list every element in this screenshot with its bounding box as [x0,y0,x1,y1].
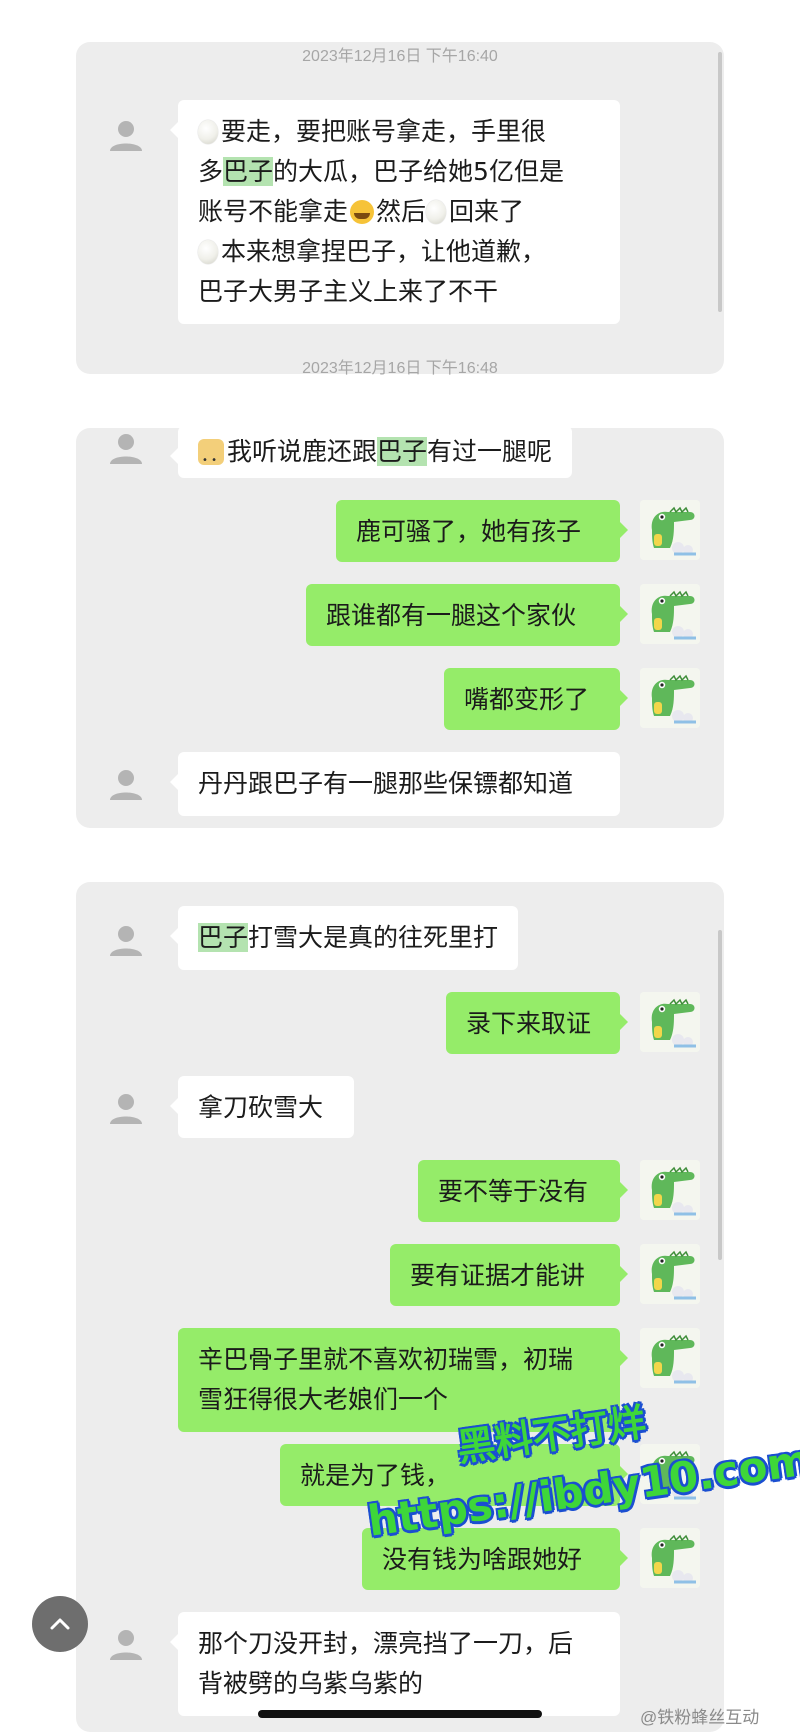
contact-avatar[interactable] [106,764,146,804]
crocodile-avatar-icon [640,500,700,560]
highlighted-text: 巴子 [223,157,274,186]
scrollbar[interactable] [718,930,722,1260]
crocodile-avatar-icon [640,1528,700,1588]
egg-emoji-icon [426,200,447,224]
source-credit: @铁粉蜂丝互动 [640,1708,760,1727]
crocodile-avatar-icon [640,992,700,1052]
message-bubble-incoming[interactable]: 拿刀砍雪大 [170,1076,354,1138]
message-bubble-incoming[interactable]: 巴子打雪大是真的往死里打 [169,906,519,970]
message-line: 本来想拿捏巴子，让他道歉， [198,232,600,272]
message-bubble-outgoing[interactable]: 跟谁都有一腿这个家伙 [306,584,628,646]
my-avatar[interactable] [640,584,700,644]
message-bubble-outgoing[interactable]: 录下来取证 [446,992,628,1054]
message-line: 背被劈的乌紫乌紫的 [198,1669,424,1698]
chevron-up-icon [50,1618,70,1630]
message-bubble-incoming[interactable]: 要走，要把账号拿走，手里很 多巴子的大瓜，巴子给她5亿但是 账号不能拿走 然后 回来… [170,100,620,324]
laughing-tears-emoji-icon [350,200,375,224]
message-bubble-incoming[interactable]: 我听说鹿还跟巴子有过一腿呢 [169,426,573,481]
message-line: 巴子大男子主义上来了不干 [198,277,499,306]
contact-avatar[interactable] [106,115,146,155]
user-icon [106,1624,146,1664]
my-avatar[interactable] [640,668,700,728]
my-avatar[interactable] [640,1328,700,1388]
user-icon [106,1088,146,1128]
my-avatar[interactable] [640,1528,700,1588]
message-bubble-incoming[interactable]: 那个刀没开封，漂亮挡了一刀，后 背被劈的乌紫乌紫的 [170,1612,620,1716]
timestamp: 2023年12月16日 下午16:40 [302,48,498,65]
scrollbar[interactable] [718,52,722,312]
user-icon [106,428,146,468]
egg-emoji-icon [198,240,218,264]
message-bubble-outgoing[interactable]: 嘴都变形了 [444,668,628,730]
user-icon [106,115,146,155]
crocodile-avatar-icon [640,584,700,644]
crocodile-avatar-icon [640,1244,700,1304]
home-indicator[interactable] [258,1710,542,1718]
contact-avatar[interactable] [106,428,146,468]
message-line: 多巴子的大瓜，巴子给她5亿但是 [198,157,564,186]
message-line: 那个刀没开封，漂亮挡了一刀，后 [198,1629,574,1658]
message-bubble-outgoing[interactable]: 鹿可骚了，她有孩子 [336,500,628,562]
cat-emoji-icon [198,439,224,481]
message-bubble-outgoing[interactable]: 要不等于没有 [418,1160,628,1222]
crocodile-avatar-icon [640,668,700,728]
message-line: 要走，要把账号拿走，手里很 [198,112,600,152]
user-icon [106,764,146,804]
message-line: 账号不能拿走 然后 回来了 [198,197,525,226]
timestamp: 2023年12月16日 下午16:48 [302,360,498,377]
message-bubble-incoming[interactable]: 丹丹跟巴子有一腿那些保镖都知道 [170,752,620,816]
scroll-to-top-button[interactable] [32,1596,88,1652]
my-avatar[interactable] [640,1244,700,1304]
crocodile-avatar-icon [640,1328,700,1388]
highlighted-text: 巴子 [377,437,428,466]
contact-avatar[interactable] [106,920,146,960]
my-avatar[interactable] [640,1160,700,1220]
chat-panel-3 [76,882,724,1732]
crocodile-avatar-icon [640,1160,700,1220]
user-icon [106,920,146,960]
my-avatar[interactable] [640,500,700,560]
contact-avatar[interactable] [106,1088,146,1128]
highlighted-text: 巴子 [198,923,249,952]
message-bubble-outgoing[interactable]: 要有证据才能讲 [390,1244,628,1306]
my-avatar[interactable] [640,992,700,1052]
egg-emoji-icon [198,120,218,144]
message-line: 辛巴骨子里就不喜欢初瑞雪，初瑞 [198,1345,574,1374]
contact-avatar[interactable] [106,1624,146,1664]
